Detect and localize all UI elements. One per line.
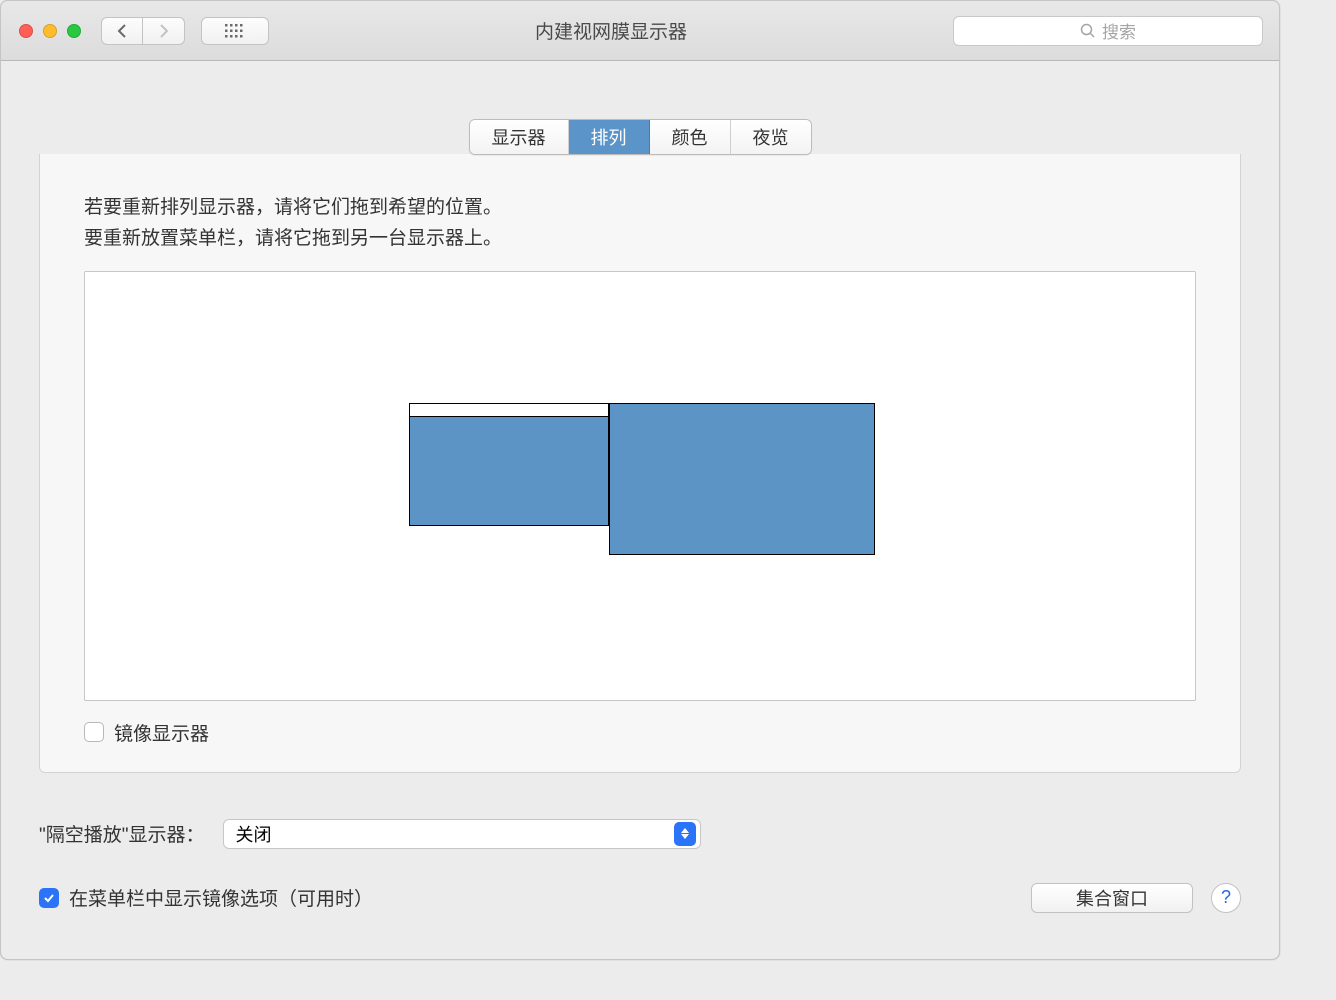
instructions-line-1: 若要重新排列显示器，请将它们拖到希望的位置。 — [84, 192, 1196, 223]
grid-icon — [225, 24, 245, 38]
help-button[interactable]: ? — [1211, 883, 1241, 913]
preferences-window: 内建视网膜显示器 搜索 显示器 排列 颜色 夜览 若要重新排列显示器，请将它们拖… — [0, 0, 1280, 960]
menubar-indicator[interactable] — [410, 404, 608, 417]
titlebar: 内建视网膜显示器 搜索 — [1, 1, 1279, 61]
forward-button[interactable] — [143, 17, 185, 45]
display-secondary-icon[interactable] — [609, 403, 875, 555]
back-button[interactable] — [101, 17, 143, 45]
mirror-label: 镜像显示器 — [114, 719, 209, 746]
content-area: 显示器 排列 颜色 夜览 若要重新排列显示器，请将它们拖到希望的位置。 要重新放… — [1, 61, 1279, 773]
mirror-row: 镜像显示器 — [84, 719, 1196, 746]
bottom-row: 在菜单栏中显示镜像选项（可用时） 集合窗口 ? — [39, 883, 1241, 913]
window-controls — [19, 24, 81, 38]
airplay-label: "隔空播放"显示器： — [39, 820, 205, 847]
search-placeholder: 搜索 — [1102, 18, 1136, 43]
search-input[interactable]: 搜索 — [953, 16, 1263, 46]
zoom-icon[interactable] — [67, 24, 81, 38]
nav-buttons — [101, 17, 185, 45]
tab-arrangement[interactable]: 排列 — [569, 120, 650, 154]
airplay-row: "隔空播放"显示器： 关闭 — [39, 819, 1241, 849]
show-mirror-menu-label: 在菜单栏中显示镜像选项（可用时） — [69, 884, 373, 911]
close-icon[interactable] — [19, 24, 33, 38]
instructions: 若要重新排列显示器，请将它们拖到希望的位置。 要重新放置菜单栏，请将它拖到另一台… — [84, 192, 1196, 255]
show-mirror-menu-row: 在菜单栏中显示镜像选项（可用时） — [39, 884, 373, 911]
instructions-line-2: 要重新放置菜单栏，请将它拖到另一台显示器上。 — [84, 223, 1196, 254]
tab-night-shift[interactable]: 夜览 — [731, 120, 811, 154]
chevron-left-icon — [117, 23, 127, 39]
window-title: 内建视网膜显示器 — [277, 17, 945, 44]
tab-color[interactable]: 颜色 — [650, 120, 731, 154]
tab-bar: 显示器 排列 颜色 夜览 — [39, 119, 1241, 155]
arrangement-panel: 若要重新排列显示器，请将它们拖到希望的位置。 要重新放置菜单栏，请将它拖到另一台… — [39, 154, 1241, 773]
airplay-select[interactable]: 关闭 — [223, 819, 701, 849]
gather-windows-button[interactable]: 集合窗口 — [1031, 883, 1193, 913]
footer: "隔空播放"显示器： 关闭 在菜单栏中显示镜像选项（可用时） 集合窗口 ? — [1, 773, 1279, 937]
chevron-right-icon — [159, 23, 169, 39]
mirror-checkbox[interactable] — [84, 722, 104, 742]
show-all-button[interactable] — [201, 17, 269, 45]
airplay-value: 关闭 — [236, 821, 272, 847]
display-primary-icon[interactable] — [409, 403, 609, 526]
show-mirror-menu-checkbox[interactable] — [39, 888, 59, 908]
arrangement-canvas[interactable] — [84, 271, 1196, 701]
search-icon — [1080, 23, 1096, 39]
minimize-icon[interactable] — [43, 24, 57, 38]
chevron-up-down-icon — [674, 822, 696, 846]
tab-display[interactable]: 显示器 — [470, 120, 569, 154]
